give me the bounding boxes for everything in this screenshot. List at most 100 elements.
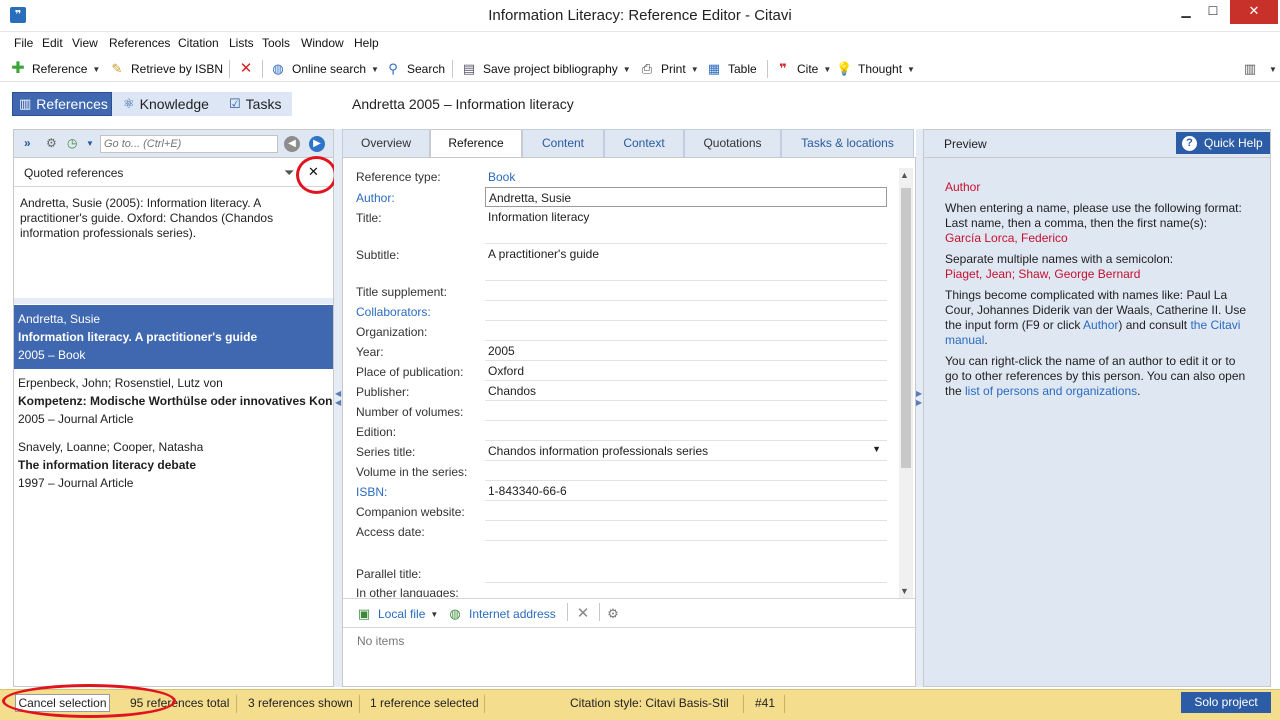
left-splitter[interactable]: ◀ ◀ xyxy=(334,129,342,687)
title-field[interactable]: Information literacy xyxy=(485,207,887,244)
chevron-down-icon[interactable]: ▼ xyxy=(92,65,100,74)
tab-content[interactable]: Content xyxy=(522,129,604,157)
author-help-link[interactable]: Author xyxy=(1083,318,1118,332)
cancel-selection-button[interactable]: Cancel selection xyxy=(15,694,110,712)
chevron-down-icon[interactable]: ▼ xyxy=(872,444,881,454)
series-title-dropdown[interactable]: Chandos information professionals series… xyxy=(485,441,887,461)
help-heading: Author xyxy=(945,180,981,194)
forward-arrow-icon[interactable]: ▶ xyxy=(309,136,325,152)
menu-references[interactable]: References xyxy=(109,36,170,50)
cite-button[interactable]: ❞ Cite ▼ xyxy=(775,60,831,78)
persons-list-link[interactable]: list of persons and organizations xyxy=(965,384,1137,398)
collaborators-field[interactable] xyxy=(485,301,887,321)
tab-tasks-locations[interactable]: Tasks & locations xyxy=(781,129,914,157)
thought-button[interactable]: 💡 Thought ▼ xyxy=(836,60,915,78)
expand-chevrons-icon[interactable]: » xyxy=(24,136,31,150)
table-button[interactable]: ▦ Table xyxy=(706,60,757,78)
year-field[interactable]: 2005 xyxy=(485,341,887,361)
field-label-isbn[interactable]: ISBN: xyxy=(356,485,387,499)
attachment-settings-button[interactable]: ⚙ xyxy=(605,605,627,623)
online-search-button[interactable]: ◍ Online search ▼ xyxy=(270,60,379,78)
edition-field[interactable] xyxy=(485,421,887,441)
chevron-down-icon[interactable]: ▼ xyxy=(623,65,631,74)
minimize-button[interactable]: ▁ xyxy=(1173,0,1199,24)
isbn-field[interactable]: 1-843340-66-6 xyxy=(485,481,887,501)
scroll-thumb[interactable] xyxy=(901,188,911,468)
scroll-up-arrow-icon[interactable]: ▲ xyxy=(900,170,909,180)
menu-tools[interactable]: Tools xyxy=(262,36,290,50)
ref-meta: 1997 – Journal Article xyxy=(18,476,134,490)
menu-file[interactable]: File xyxy=(14,36,33,50)
place-of-publication-field[interactable]: Oxford xyxy=(485,361,887,381)
layout-options-button[interactable]: ▥ ▼ xyxy=(1242,60,1277,78)
menu-help[interactable]: Help xyxy=(354,36,379,50)
reference-list-item[interactable]: Erpenbeck, John; Rosenstiel, Lutz von Ko… xyxy=(14,369,333,433)
menu-edit[interactable]: Edit xyxy=(42,36,63,50)
chevron-down-icon[interactable]: ▼ xyxy=(907,65,915,74)
retrieve-by-isbn-button[interactable]: ✎ Retrieve by ISBN xyxy=(109,60,224,78)
reference-list-item[interactable]: Snavely, Loanne; Cooper, Natasha The inf… xyxy=(14,433,333,497)
local-file-button[interactable]: ▣ Local file ▼ xyxy=(356,605,438,623)
field-label-series-title: Series title: xyxy=(356,445,416,459)
field-label-author[interactable]: Author: xyxy=(356,191,395,205)
number-of-volumes-field[interactable] xyxy=(485,401,887,421)
menu-lists[interactable]: Lists xyxy=(229,36,254,50)
subtitle-field[interactable]: A practitioner's guide xyxy=(485,244,887,281)
tab-overview[interactable]: Overview xyxy=(342,129,430,157)
field-label-collaborators[interactable]: Collaborators: xyxy=(356,305,431,319)
tab-context[interactable]: Context xyxy=(604,129,684,157)
title-supplement-field[interactable] xyxy=(485,281,887,301)
access-date-field[interactable] xyxy=(485,521,887,541)
organization-field[interactable] xyxy=(485,321,887,341)
save-project-bibliography-button[interactable]: ▤ Save project bibliography ▼ xyxy=(461,60,631,78)
tab-reference[interactable]: Reference xyxy=(430,129,522,158)
back-arrow-icon[interactable]: ◀ xyxy=(284,136,300,152)
help-paragraph: Separate multiple names with a semicolon… xyxy=(945,252,1174,281)
close-window-button[interactable]: ✕ xyxy=(1230,0,1278,24)
funnel-filter-icon[interactable]: ⏷ xyxy=(284,165,294,181)
current-reference-title: Andretta 2005 – Information literacy xyxy=(352,96,574,112)
menu-window[interactable]: Window xyxy=(301,36,344,50)
chevron-down-icon[interactable]: ▼ xyxy=(823,65,831,74)
menu-view[interactable]: View xyxy=(72,36,98,50)
menu-citation[interactable]: Citation xyxy=(178,36,219,50)
new-reference-button[interactable]: ✚ Reference ▼ xyxy=(10,60,100,78)
expand-arrow-icon[interactable]: ▶ ▶ xyxy=(916,389,922,407)
nav-tasks-button[interactable]: ☑ Tasks xyxy=(223,92,287,116)
search-button[interactable]: ⚲ Search xyxy=(385,60,445,78)
publisher-field[interactable]: Chandos xyxy=(485,381,887,401)
maximize-button[interactable]: ☐ xyxy=(1200,0,1226,24)
scroll-down-arrow-icon[interactable]: ▼ xyxy=(900,586,909,596)
nav-knowledge-button[interactable]: ⚛ Knowledge xyxy=(117,92,215,116)
author-field[interactable]: Andretta, Susie xyxy=(485,187,887,207)
gear-icon[interactable]: ⚙ xyxy=(46,136,57,150)
other-languages-field[interactable] xyxy=(485,583,887,597)
delete-button[interactable]: ✕ xyxy=(238,60,260,78)
status-separator xyxy=(743,695,744,713)
collapse-arrow-icon[interactable]: ◀ ◀ xyxy=(335,389,341,407)
reference-type-link[interactable]: Book xyxy=(485,167,887,187)
clear-filter-close-icon[interactable]: ✕ xyxy=(308,164,319,180)
goto-input[interactable] xyxy=(100,135,278,153)
right-splitter[interactable]: ▶ ▶ xyxy=(916,129,923,687)
chevron-down-icon[interactable]: ▼ xyxy=(86,139,94,148)
citation-style-text[interactable]: Citation style: Citavi Basis-Stil xyxy=(570,696,729,710)
nav-references-button[interactable]: ▥ References xyxy=(12,92,112,116)
internet-address-button[interactable]: ◍ Internet address xyxy=(447,605,555,623)
companion-website-field[interactable] xyxy=(485,501,887,521)
history-clock-icon[interactable]: ◷ xyxy=(67,136,77,150)
chevron-down-icon[interactable]: ▼ xyxy=(430,610,438,619)
quick-help-button[interactable]: ? Quick Help xyxy=(1176,132,1270,154)
volume-in-series-field[interactable] xyxy=(485,461,887,481)
remove-attachment-button[interactable]: ✕ xyxy=(575,605,597,623)
chevron-down-icon[interactable]: ▼ xyxy=(371,65,379,74)
chevron-down-icon[interactable]: ▼ xyxy=(691,65,699,74)
no-items-text: No items xyxy=(357,634,405,648)
reference-list-item[interactable]: Andretta, Susie Information literacy. A … xyxy=(14,305,333,369)
solo-project-button[interactable]: Solo project xyxy=(1181,692,1271,713)
print-button[interactable]: ⎙ Print ▼ xyxy=(639,60,699,78)
chevron-down-icon[interactable]: ▼ xyxy=(1269,65,1277,74)
editor-scrollbar[interactable]: ▲ ▼ xyxy=(899,168,913,598)
tab-quotations[interactable]: Quotations xyxy=(684,129,781,157)
parallel-title-field[interactable] xyxy=(485,563,887,583)
